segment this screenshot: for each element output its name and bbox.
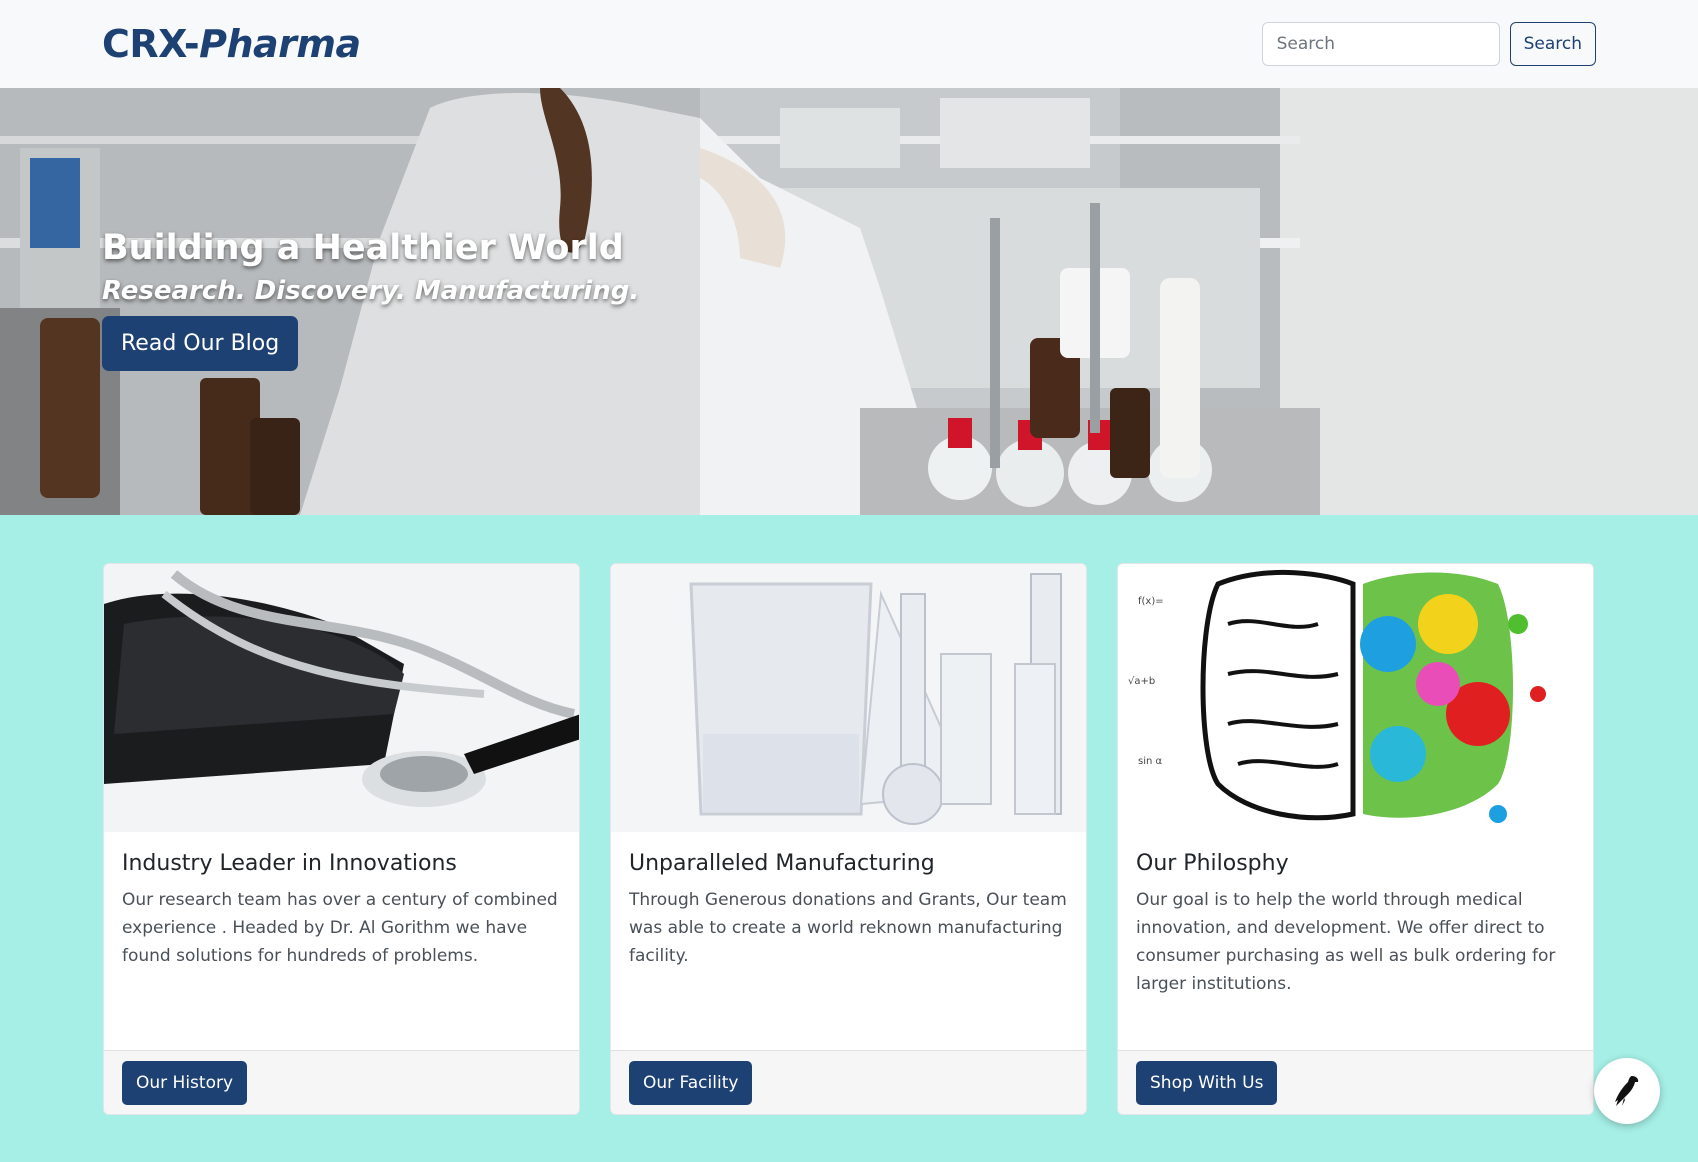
floating-assistant-button[interactable]	[1594, 1058, 1660, 1124]
card-footer: Our History	[104, 1050, 579, 1114]
brand-logo[interactable]: CRX-Pharma	[102, 22, 361, 66]
hero-banner: Building a Healthier World Research. Dis…	[0, 88, 1698, 515]
card-text: Our research team has over a century of …	[122, 890, 558, 966]
brand-suffix: Pharma	[199, 22, 361, 66]
card-text: Through Generous donations and Grants, O…	[629, 890, 1067, 966]
glassware-image	[611, 564, 1086, 832]
card-footer: Shop With Us	[1118, 1050, 1593, 1114]
card-body: Unparalleled Manufacturing Through Gener…	[629, 851, 1068, 970]
our-facility-button[interactable]: Our Facility	[629, 1061, 753, 1105]
svg-text:sin α: sin α	[1138, 756, 1163, 767]
svg-text:f(x)=: f(x)=	[1138, 596, 1164, 607]
card-body: Industry Leader in Innovations Our resea…	[122, 851, 561, 970]
card-body: Our Philosphy Our goal is to help the wo…	[1136, 851, 1575, 998]
card-philosophy: f(x)= √a+b sin α Our Philosphy Our goal …	[1117, 563, 1594, 1115]
search-input[interactable]	[1261, 22, 1500, 66]
search-button[interactable]: Search	[1509, 22, 1596, 66]
hero-title: Building a Healthier World	[102, 228, 624, 268]
svg-text:√a+b: √a+b	[1128, 676, 1155, 687]
our-history-button[interactable]: Our History	[122, 1061, 248, 1105]
card-text: Our goal is to help the world through me…	[1136, 890, 1556, 994]
card-title: Unparalleled Manufacturing	[629, 851, 935, 876]
card-innovations: Industry Leader in Innovations Our resea…	[103, 563, 580, 1115]
hero-caption: Building a Healthier World Research. Dis…	[102, 228, 639, 371]
bird-icon	[1615, 1076, 1639, 1106]
navbar: CRX-Pharma Search	[0, 0, 1698, 88]
hero-subtitle: Research. Discovery. Manufacturing.	[102, 276, 640, 306]
shop-with-us-button[interactable]: Shop With Us	[1136, 1061, 1278, 1105]
read-blog-button[interactable]: Read Our Blog	[102, 316, 299, 371]
card-title: Industry Leader in Innovations	[122, 851, 457, 876]
search-form: Search	[1261, 22, 1596, 66]
card-title: Our Philosphy	[1136, 851, 1289, 876]
stethoscope-image	[104, 564, 579, 832]
brand-prefix: CRX-	[102, 22, 200, 66]
card-footer: Our Facility	[611, 1050, 1086, 1114]
card-manufacturing: Unparalleled Manufacturing Through Gener…	[610, 563, 1087, 1115]
brain-image: f(x)= √a+b sin α	[1118, 564, 1593, 832]
